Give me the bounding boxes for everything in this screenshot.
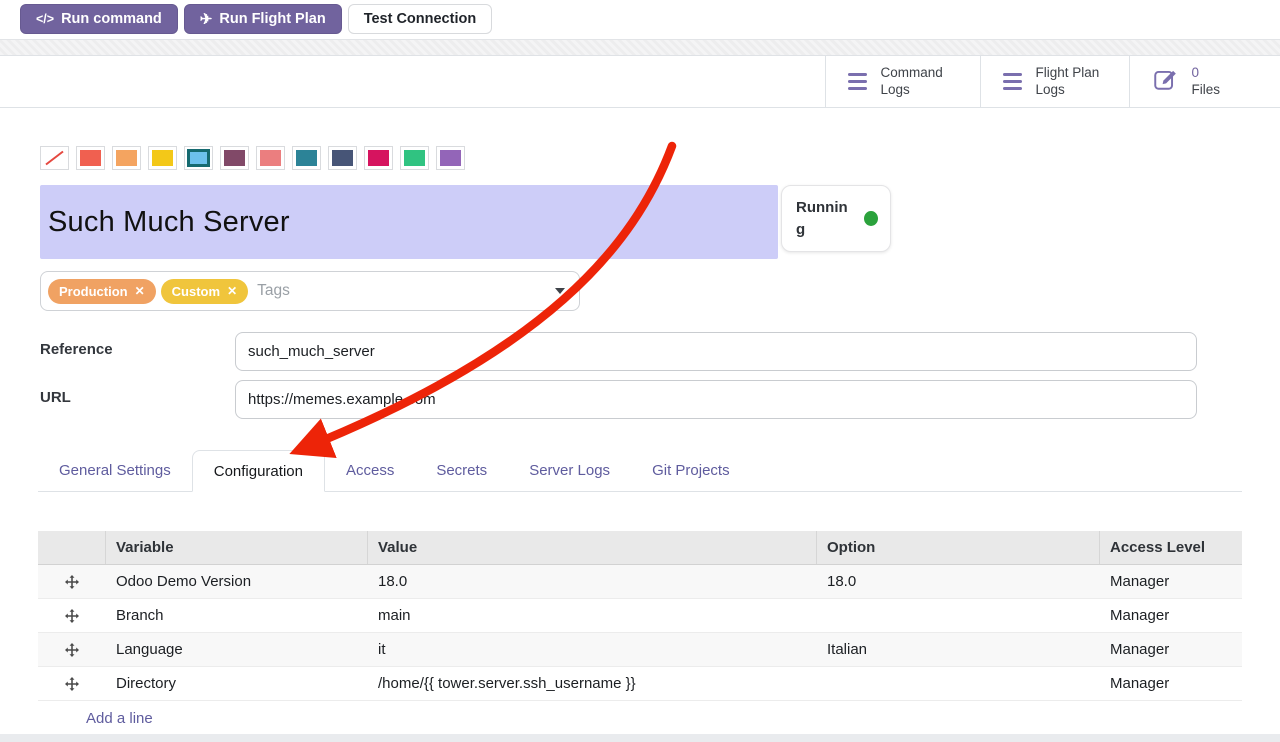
test-connection-label: Test Connection [364, 11, 477, 27]
cell-access-level: Manager [1100, 607, 1242, 624]
server-form-page: </> Run command ✈ Run Flight Plan Test C… [0, 0, 1280, 742]
column-header-option: Option [817, 531, 1100, 564]
table-footer-strip [0, 734, 1280, 742]
cell-value: 18.0 [368, 573, 817, 590]
reference-value: such_much_server [248, 343, 375, 360]
remove-tag-icon[interactable]: ✕ [135, 284, 145, 298]
tag-custom-label: Custom [172, 284, 220, 299]
flight-plan-logs-button[interactable]: Flight Plan Logs [980, 56, 1129, 107]
column-header-value: Value [368, 531, 817, 564]
command-logs-button[interactable]: Command Logs [825, 56, 980, 107]
cell-value: /home/{{ tower.server.ssh_username }} [368, 675, 817, 692]
drag-handle-icon[interactable] [38, 575, 106, 589]
chevron-down-icon[interactable] [555, 288, 565, 294]
tag-custom[interactable]: Custom ✕ [161, 279, 248, 304]
tag-production-label: Production [59, 284, 128, 299]
run-command-button[interactable]: </> Run command [20, 4, 178, 34]
tab-access[interactable]: Access [325, 450, 415, 491]
swatch-no-color[interactable] [40, 146, 69, 170]
cell-variable: Directory [106, 675, 368, 692]
tag-production[interactable]: Production ✕ [48, 279, 156, 304]
run-flight-plan-label: Run Flight Plan [219, 11, 325, 27]
table-row[interactable]: Odoo Demo Version 18.0 18.0 Manager [38, 565, 1242, 599]
swatch-light-blue-selected[interactable] [184, 146, 213, 170]
cell-value: main [368, 607, 817, 624]
files-count: 0 [1191, 65, 1220, 82]
tab-configuration[interactable]: Configuration [192, 450, 325, 492]
swatch-salmon-pink[interactable] [256, 146, 285, 170]
table-row[interactable]: Language it Italian Manager [38, 633, 1242, 667]
swatch-fuchsia[interactable] [364, 146, 393, 170]
reference-input[interactable]: such_much_server [235, 332, 1197, 371]
url-input[interactable]: https://memes.example.com [235, 380, 1197, 419]
table-row[interactable]: Branch main Manager [38, 599, 1242, 633]
tab-secrets[interactable]: Secrets [415, 450, 508, 491]
server-name: Such Much Server [48, 206, 290, 239]
cell-option: 18.0 [817, 573, 1100, 590]
drag-handle-icon[interactable] [38, 677, 106, 691]
run-flight-plan-button[interactable]: ✈ Run Flight Plan [184, 4, 342, 34]
handle-column-header [38, 531, 106, 564]
swatch-green[interactable] [400, 146, 429, 170]
column-header-variable: Variable [106, 531, 368, 564]
url-label: URL [40, 389, 71, 406]
drag-handle-icon[interactable] [38, 643, 106, 657]
status-toggle-button[interactable]: Running [781, 185, 891, 252]
add-line-row: Add a line [38, 701, 1242, 735]
table-row[interactable]: Directory /home/{{ tower.server.ssh_user… [38, 667, 1242, 701]
server-name-field[interactable]: Such Much Server [40, 185, 778, 259]
tags-placeholder: Tags [257, 282, 290, 300]
cell-variable: Branch [106, 607, 368, 624]
cell-access-level: Manager [1100, 641, 1242, 658]
reference-label: Reference [40, 341, 113, 358]
cell-value: it [368, 641, 817, 658]
cell-access-level: Manager [1100, 675, 1242, 692]
column-header-access-level: Access Level [1100, 531, 1242, 564]
swatch-yellow[interactable] [148, 146, 177, 170]
status-dot [864, 211, 878, 226]
add-a-line-link[interactable]: Add a line [86, 710, 153, 727]
command-logs-label: Command Logs [880, 65, 958, 99]
edit-file-icon [1152, 66, 1178, 97]
files-button[interactable]: 0 Files [1129, 56, 1280, 107]
tab-server-logs[interactable]: Server Logs [508, 450, 631, 491]
files-label: Files [1191, 82, 1220, 99]
cell-access-level: Manager [1100, 573, 1242, 590]
swatch-dark-purple[interactable] [220, 146, 249, 170]
cell-option: Italian [817, 641, 1100, 658]
tags-field[interactable]: Production ✕ Custom ✕ Tags [40, 271, 580, 311]
flight-plan-logs-label: Flight Plan Logs [1035, 65, 1107, 99]
no-color-slash-icon [44, 150, 65, 166]
notebook-tabs: General Settings Configuration Access Se… [38, 450, 1242, 492]
top-separator-strip [0, 39, 1280, 56]
status-label: Running [796, 197, 850, 241]
drag-handle-icon[interactable] [38, 609, 106, 623]
url-value: https://memes.example.com [248, 391, 436, 408]
table-header-row: Variable Value Option Access Level [38, 531, 1242, 565]
tab-git-projects[interactable]: Git Projects [631, 450, 751, 491]
swatch-orange[interactable] [112, 146, 141, 170]
tab-general-settings[interactable]: General Settings [38, 450, 192, 491]
run-command-label: Run command [61, 11, 162, 27]
list-lines-icon [1003, 73, 1022, 91]
swatch-red[interactable] [76, 146, 105, 170]
test-connection-button[interactable]: Test Connection [348, 4, 493, 34]
color-picker [40, 146, 465, 170]
list-lines-icon [848, 73, 867, 91]
swatch-medium-blue[interactable] [292, 146, 321, 170]
swatch-dark-blue[interactable] [328, 146, 357, 170]
form-header-band: Command Logs Flight Plan Logs 0 Files [0, 56, 1280, 108]
plane-icon: ✈ [200, 10, 213, 28]
cell-variable: Odoo Demo Version [106, 573, 368, 590]
remove-tag-icon[interactable]: ✕ [227, 284, 237, 298]
variables-table: Variable Value Option Access Level Odoo … [38, 531, 1242, 735]
code-icon: </> [36, 12, 54, 26]
cell-variable: Language [106, 641, 368, 658]
swatch-purple[interactable] [436, 146, 465, 170]
action-toolbar: </> Run command ✈ Run Flight Plan Test C… [20, 4, 492, 34]
